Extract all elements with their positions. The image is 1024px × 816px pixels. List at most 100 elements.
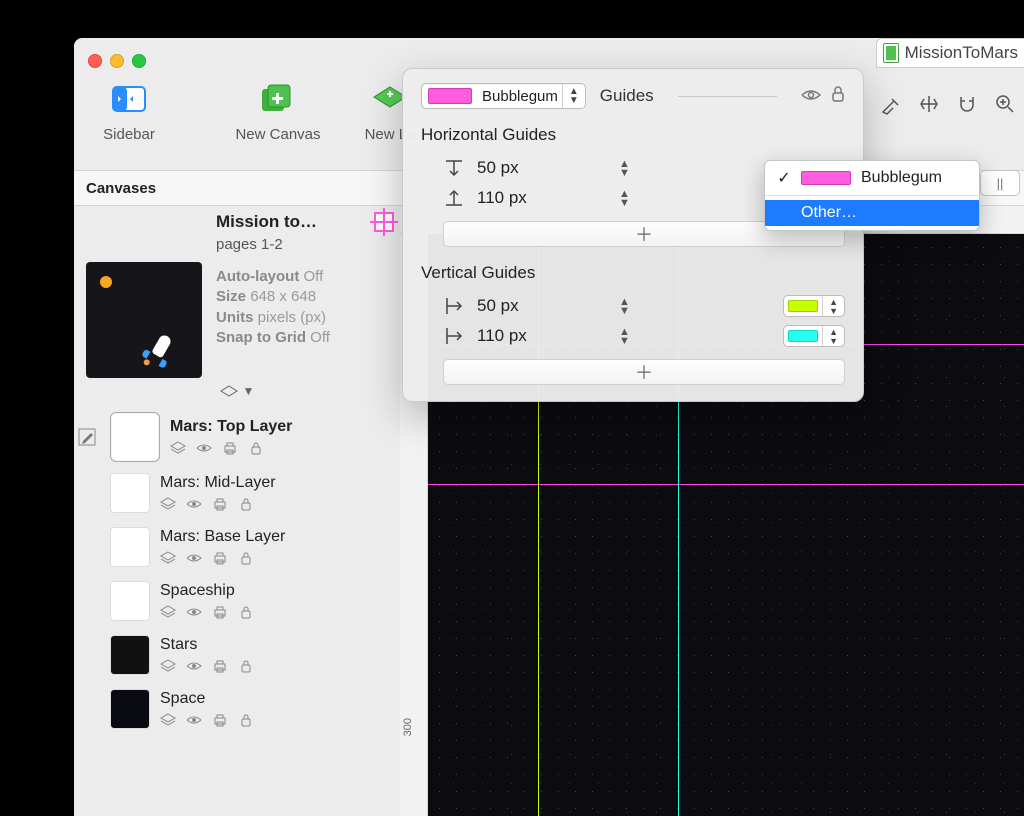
layer-row[interactable]: Mars: Top Layer <box>74 408 400 466</box>
layer-row[interactable]: Spaceship <box>74 574 400 628</box>
layer-row[interactable]: Stars <box>74 628 400 682</box>
vertical-guide-icon <box>443 295 465 317</box>
new-canvas-icon <box>218 78 338 120</box>
minimize-window-button[interactable] <box>110 54 124 68</box>
guide-value[interactable]: 110 px <box>477 188 547 208</box>
layer-stack-icon[interactable] <box>170 440 186 456</box>
segmented-button[interactable]: || <box>980 170 1020 196</box>
stepper-icon: ▲▼ <box>562 84 585 108</box>
document-tab[interactable]: MissionToMars <box>876 38 1024 68</box>
lock-icon[interactable] <box>238 712 254 728</box>
canvas-selected-indicator <box>374 212 394 232</box>
layer-swatch <box>110 527 150 567</box>
horizontal-guide-icon <box>443 187 465 209</box>
eye-icon[interactable] <box>196 440 212 456</box>
layer-swatch <box>110 581 150 621</box>
menu-item-bubblegum[interactable]: ✓ Bubblegum <box>765 165 979 191</box>
stepper-icon[interactable]: ▲▼ <box>619 298 630 315</box>
align-tool-button[interactable] <box>910 89 948 119</box>
sidebar-toggle[interactable]: Sidebar <box>74 78 184 143</box>
stepper-icon[interactable]: ▲▼ <box>619 190 630 207</box>
zoom-tool-button[interactable] <box>986 89 1024 119</box>
print-icon[interactable] <box>212 550 228 566</box>
print-icon[interactable] <box>222 440 238 456</box>
guide-row[interactable]: 110 px ▲▼ ▲▼ <box>421 321 845 351</box>
lock-icon[interactable] <box>238 496 254 512</box>
eye-icon[interactable] <box>186 658 202 674</box>
layer-stack-icon[interactable] <box>160 496 176 512</box>
broom-tool-button[interactable] <box>872 89 910 119</box>
layer-stack-icon[interactable] <box>160 550 176 566</box>
layer-stack-icon[interactable] <box>160 658 176 674</box>
lock-icon[interactable] <box>248 440 264 456</box>
print-icon[interactable] <box>212 604 228 620</box>
left-panel: Mission to… pages 1-2 Auto-layout Off Si… <box>74 206 400 816</box>
guide-row-color-picker[interactable]: ▲▼ <box>783 295 845 317</box>
layer-name: Mars: Base Layer <box>160 528 392 546</box>
layer-row[interactable]: Mars: Mid-Layer <box>74 466 400 520</box>
guide-row-color-picker[interactable]: ▲▼ <box>783 325 845 347</box>
thumb-planet-icon <box>100 276 112 288</box>
print-icon[interactable] <box>212 658 228 674</box>
color-swatch-icon <box>428 88 472 104</box>
vertical-guides-section: Vertical Guides 50 px ▲▼ ▲▼ 110 px ▲▼ ▲▼… <box>421 263 845 385</box>
eye-icon[interactable] <box>186 550 202 566</box>
layer-swatch <box>110 635 150 675</box>
layer-row[interactable]: Mars: Base Layer <box>74 520 400 574</box>
menu-item-label: Bubblegum <box>861 169 942 187</box>
guide-value[interactable]: 50 px <box>477 296 547 316</box>
layer-name: Stars <box>160 636 392 654</box>
layers-toolbar[interactable]: ▼ <box>220 382 400 400</box>
canvas-card[interactable]: Mission to… pages 1-2 Auto-layout Off Si… <box>74 206 400 358</box>
horizontal-guide-icon <box>443 157 465 179</box>
layer-row[interactable]: Space <box>74 682 400 736</box>
layer-status-icons <box>160 712 392 728</box>
document-icon <box>883 43 899 63</box>
color-swatch-icon <box>788 300 818 312</box>
eye-icon[interactable] <box>186 712 202 728</box>
color-swatch-icon <box>801 171 851 185</box>
close-window-button[interactable] <box>88 54 102 68</box>
sidebar-icon <box>74 78 184 120</box>
eye-icon[interactable] <box>186 496 202 512</box>
add-vertical-guide-button[interactable]: ＋ <box>443 359 845 385</box>
guide-horizontal[interactable] <box>428 484 1024 485</box>
layer-status-icons <box>160 658 392 674</box>
vertical-guide-icon <box>443 325 465 347</box>
stepper-icon[interactable]: ▲▼ <box>619 160 630 177</box>
edit-layer-icon[interactable] <box>74 426 100 448</box>
layer-status-icons <box>160 604 392 620</box>
stepper-icon[interactable]: ▲▼ <box>619 328 630 345</box>
layer-name: Mars: Mid-Layer <box>160 474 392 492</box>
lock-toggle[interactable] <box>831 86 845 107</box>
guide-color-picker[interactable]: Bubblegum ▲▼ <box>421 83 586 109</box>
layer-name: Mars: Top Layer <box>170 418 392 436</box>
magnet-tool-button[interactable] <box>948 89 986 119</box>
new-canvas-button[interactable]: New Canvas <box>218 78 338 143</box>
thumb-rocket-icon <box>141 331 177 371</box>
visibility-toggle[interactable] <box>801 86 821 107</box>
canvas-pages: pages 1-2 <box>216 236 390 253</box>
zoom-window-button[interactable] <box>132 54 146 68</box>
layer-swatch <box>110 412 160 462</box>
canvas-thumbnail <box>86 262 202 378</box>
print-icon[interactable] <box>212 712 228 728</box>
print-icon[interactable] <box>212 496 228 512</box>
sidebar-label: Sidebar <box>74 126 184 143</box>
check-icon: ✓ <box>777 168 791 188</box>
menu-item-other[interactable]: Other… <box>765 200 979 226</box>
layer-stack-icon[interactable] <box>160 604 176 620</box>
lock-icon[interactable] <box>238 658 254 674</box>
layer-name: Spaceship <box>160 582 392 600</box>
menu-item-label: Other… <box>801 204 857 222</box>
eye-icon[interactable] <box>186 604 202 620</box>
lock-icon[interactable] <box>238 550 254 566</box>
layer-status-icons <box>160 550 392 566</box>
layer-status-icons <box>170 440 392 456</box>
guide-value[interactable]: 110 px <box>477 326 547 346</box>
layer-stack-icon[interactable] <box>160 712 176 728</box>
lock-icon[interactable] <box>238 604 254 620</box>
guides-popover: Bubblegum ▲▼ Guides Horizontal Guides 50… <box>402 68 864 402</box>
guide-row[interactable]: 50 px ▲▼ ▲▼ <box>421 291 845 321</box>
guide-value[interactable]: 50 px <box>477 158 547 178</box>
